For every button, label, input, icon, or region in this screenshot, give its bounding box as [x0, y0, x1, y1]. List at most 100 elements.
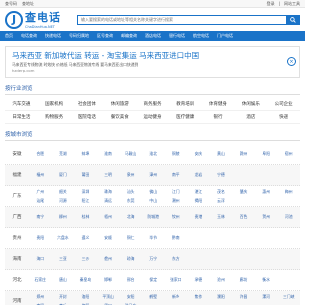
industry-item[interactable]: 餐饮美食: [103, 111, 137, 124]
city-link[interactable]: 河源: [52, 198, 75, 204]
industry-item[interactable]: 汽车交通: [5, 98, 38, 111]
city-link[interactable]: 河池: [277, 214, 300, 220]
site-logo[interactable]: J 查电话 ChaDianHua.NET: [5, 9, 69, 30]
industry-item[interactable]: 银行: [201, 111, 235, 124]
city-link[interactable]: 肇庆: [232, 189, 255, 195]
nav-item[interactable]: 电话查询: [21, 33, 37, 39]
city-link[interactable]: 梅州: [277, 189, 300, 195]
province-name[interactable]: 河南: [5, 291, 29, 305]
city-link[interactable]: 防城港: [142, 214, 165, 220]
province-name[interactable]: 海南: [5, 249, 29, 269]
city-link[interactable]: 合肥: [29, 151, 52, 157]
nav-item[interactable]: 邮编查询: [121, 33, 137, 39]
city-link[interactable]: 张家口: [165, 277, 188, 283]
city-link[interactable]: 福州: [29, 172, 52, 178]
city-link[interactable]: 漳州: [142, 172, 165, 178]
city-link[interactable]: 南平: [165, 172, 188, 178]
city-link[interactable]: 佛山: [142, 189, 165, 195]
search-button[interactable]: [286, 14, 300, 25]
city-link[interactable]: 漯河: [255, 294, 278, 300]
city-link[interactable]: 遵义: [74, 235, 97, 241]
city-link[interactable]: 马鞍山: [119, 151, 142, 157]
city-link[interactable]: 茂名: [210, 189, 233, 195]
industry-item[interactable]: 休闲娱乐: [234, 98, 268, 111]
nav-item[interactable]: 快递电话: [45, 33, 61, 39]
city-link[interactable]: 广州: [29, 189, 52, 195]
province-name[interactable]: 安徽: [5, 144, 29, 164]
city-link[interactable]: 鹤壁: [142, 294, 165, 300]
city-link[interactable]: 衡水: [255, 277, 278, 283]
city-link[interactable]: 三亚: [52, 256, 75, 262]
city-link[interactable]: 郑州: [29, 294, 52, 300]
city-link[interactable]: 贵阳: [29, 235, 52, 241]
city-link[interactable]: 三沙: [74, 256, 97, 262]
city-link[interactable]: 平顶山: [97, 294, 120, 300]
city-link[interactable]: 汕尾: [29, 198, 52, 204]
city-link[interactable]: 安庆: [187, 151, 210, 157]
city-link[interactable]: 承德: [187, 277, 210, 283]
city-link[interactable]: 铜陵: [165, 151, 188, 157]
nav-item[interactable]: 首页: [5, 33, 13, 39]
site-tools-link[interactable]: 网站工具: [284, 1, 300, 7]
city-link[interactable]: 宁德: [210, 172, 233, 178]
city-link[interactable]: 汕头: [119, 189, 142, 195]
ad-url[interactable]: hzderp.com: [12, 68, 293, 73]
city-link[interactable]: 安顺: [97, 235, 120, 241]
search-input[interactable]: [77, 14, 286, 25]
industry-item[interactable]: 教育培训: [168, 98, 202, 111]
city-link[interactable]: 秦皇岛: [74, 277, 97, 283]
city-link[interactable]: 湛江: [187, 189, 210, 195]
ad-title[interactable]: 马来西亚 新加坡代运 转运 - 淘宝集运 马来西亚进口中国: [12, 51, 293, 60]
nav-item[interactable]: 区号查询: [97, 33, 113, 39]
province-name[interactable]: 广西: [5, 207, 29, 227]
city-link[interactable]: 惠州: [255, 189, 278, 195]
topbar-link[interactable]: 查地址: [22, 1, 34, 7]
city-link[interactable]: 黄山: [210, 151, 233, 157]
city-link[interactable]: 龙岩: [187, 172, 210, 178]
city-link[interactable]: 石家庄: [29, 277, 52, 283]
nav-item[interactable]: 航空电话: [193, 33, 209, 39]
city-link[interactable]: 中山: [142, 198, 165, 204]
city-link[interactable]: 贵港: [187, 214, 210, 220]
city-link[interactable]: 安阳: [119, 294, 142, 300]
industry-item[interactable]: 酒店: [234, 111, 268, 124]
city-link[interactable]: 黔南: [165, 235, 188, 241]
nav-item[interactable]: 门户电话: [217, 33, 233, 39]
city-link[interactable]: 淮南: [97, 151, 120, 157]
city-link[interactable]: 海口: [29, 256, 52, 262]
city-link[interactable]: 濮阳: [210, 294, 233, 300]
nav-item[interactable]: 银行电话: [169, 33, 185, 39]
nav-item[interactable]: 号码归属地: [69, 33, 89, 39]
city-link[interactable]: 邢台: [119, 277, 142, 283]
city-link[interactable]: 廊坊: [232, 277, 255, 283]
city-link[interactable]: 柳州: [52, 214, 75, 220]
industry-item[interactable]: 公司企业: [267, 98, 300, 111]
city-link[interactable]: 钦州: [165, 214, 188, 220]
city-link[interactable]: 深圳: [74, 189, 97, 195]
city-link[interactable]: 唐山: [52, 277, 75, 283]
city-link[interactable]: 阜阳: [255, 151, 278, 157]
industry-item[interactable]: 运动健身: [136, 111, 169, 124]
city-link[interactable]: 六盘水: [52, 235, 75, 241]
city-link[interactable]: 厦门: [52, 172, 75, 178]
city-link[interactable]: 阳江: [74, 198, 97, 204]
city-link[interactable]: 莆田: [74, 172, 97, 178]
city-link[interactable]: 宿州: [277, 151, 300, 157]
city-link[interactable]: 北海: [119, 214, 142, 220]
industry-item[interactable]: 商务服务: [136, 98, 169, 111]
city-link[interactable]: 洛阳: [74, 294, 97, 300]
industry-item[interactable]: 日常生活: [5, 111, 38, 124]
industry-item[interactable]: 医院电话: [70, 111, 104, 124]
industry-item[interactable]: 休闲旅游: [103, 98, 137, 111]
city-link[interactable]: 毕节: [142, 235, 165, 241]
city-link[interactable]: 三明: [97, 172, 120, 178]
city-link[interactable]: 桂林: [74, 214, 97, 220]
province-name[interactable]: 贵州: [5, 228, 29, 248]
city-link[interactable]: 铜仁: [119, 235, 142, 241]
city-link[interactable]: 江门: [165, 189, 188, 195]
province-name[interactable]: 福建: [5, 165, 29, 185]
city-link[interactable]: 保定: [142, 277, 165, 283]
city-link[interactable]: 许昌: [232, 294, 255, 300]
city-link[interactable]: 梧州: [97, 214, 120, 220]
city-link[interactable]: 琼海: [119, 256, 142, 262]
